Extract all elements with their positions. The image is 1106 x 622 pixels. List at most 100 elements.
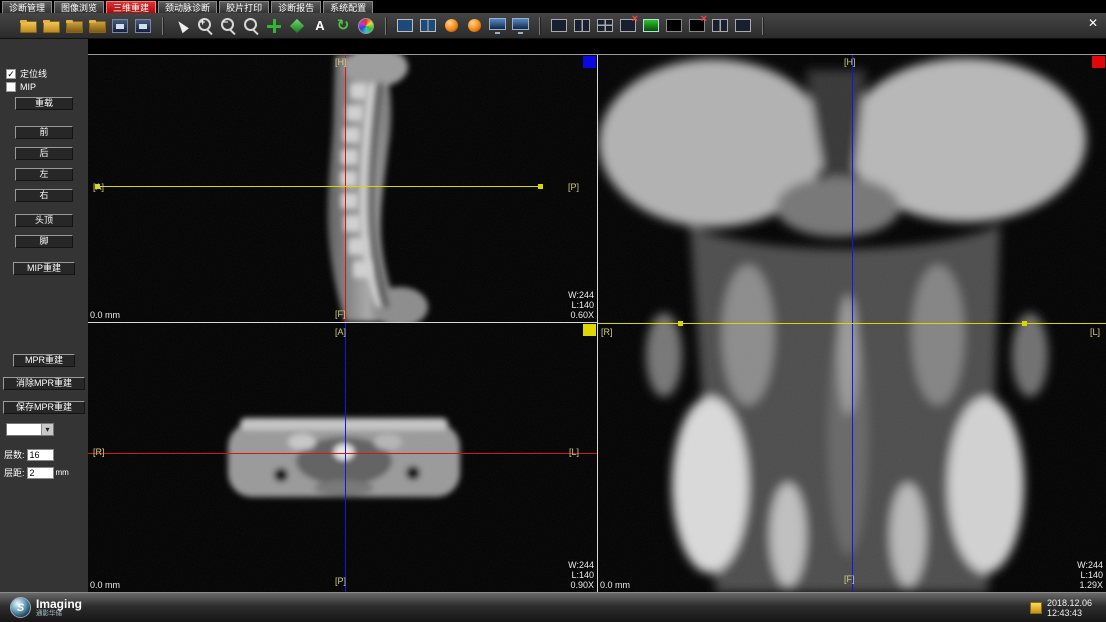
foot-button[interactable]: 脚 bbox=[15, 235, 73, 248]
clear-mpr-button[interactable]: 消除MPR重建 bbox=[3, 377, 85, 390]
close-window-button[interactable]: ✕ bbox=[1088, 16, 1098, 30]
orientation-label-right: [L] bbox=[569, 447, 579, 457]
front-button[interactable]: 前 bbox=[15, 126, 73, 139]
orientation-label-bottom: [F] bbox=[844, 574, 855, 584]
mip-checkbox-row: MIP bbox=[6, 82, 36, 92]
mip-render-icon[interactable] bbox=[464, 16, 484, 36]
viewport-coronal[interactable]: [H] [R] [L] [F] 0.0 mm W:244 L:140 1.29X bbox=[598, 55, 1106, 592]
crosshair-horizontal-yellow[interactable] bbox=[598, 323, 1106, 324]
right-button[interactable]: 右 bbox=[15, 189, 73, 202]
mip-rebuild-button[interactable]: MIP重建 bbox=[13, 262, 75, 275]
localizer-line-label: 定位线 bbox=[20, 67, 47, 80]
crosshair-horizontal-red[interactable] bbox=[88, 453, 597, 454]
toolbar: + − bbox=[0, 13, 1106, 39]
dual-monitor-icon[interactable] bbox=[510, 16, 530, 36]
text-annotation-icon[interactable] bbox=[310, 16, 330, 36]
tab-system-config[interactable]: 系统配置 bbox=[323, 1, 373, 13]
window-value: W:244 bbox=[1077, 560, 1103, 570]
toolbar-separator bbox=[762, 17, 763, 35]
level-value: L:140 bbox=[1077, 570, 1103, 580]
layout-1x1-icon[interactable] bbox=[549, 16, 569, 36]
tab-image-browse[interactable]: 图像浏览 bbox=[54, 1, 104, 13]
mpr-layout-icon[interactable] bbox=[395, 16, 415, 36]
brand-block: S Imaging 通影华储 bbox=[10, 597, 82, 618]
orientation-label-top: [H] bbox=[335, 57, 347, 67]
pan-icon[interactable] bbox=[264, 16, 284, 36]
status-date: 2018.12.06 bbox=[1047, 598, 1092, 608]
orientation-label-top: [H] bbox=[844, 57, 856, 67]
tab-3d-reconstruction[interactable]: 三维重建 bbox=[106, 1, 156, 13]
window-value: W:244 bbox=[568, 560, 594, 570]
reload-button[interactable]: 重载 bbox=[15, 97, 73, 110]
screen-off-icon[interactable] bbox=[664, 16, 684, 36]
viewport-sagittal[interactable]: [H] [A] [P] [F] 0.0 mm W:244 L:140 0.60X bbox=[88, 55, 597, 322]
orientation-label-bottom: [P] bbox=[335, 576, 346, 586]
localizer-line-checkbox[interactable]: ✓ bbox=[6, 69, 16, 79]
save-mpr-button[interactable]: 保存MPR重建 bbox=[3, 401, 85, 414]
viewport-marker-yellow bbox=[583, 324, 596, 336]
window-value: W:244 bbox=[568, 290, 594, 300]
import-study-icon[interactable] bbox=[87, 16, 107, 36]
open-folder-icon[interactable] bbox=[41, 16, 61, 36]
zoom-value: 1.29X bbox=[1077, 580, 1103, 590]
ortho-layout-icon[interactable] bbox=[418, 16, 438, 36]
back-button[interactable]: 后 bbox=[15, 147, 73, 160]
viewport-axial[interactable]: [A] [R] [L] [P] 0.0 mm W:244 L:140 0.90X bbox=[88, 323, 597, 592]
close-all-icon[interactable] bbox=[687, 16, 707, 36]
export-film-icon[interactable] bbox=[110, 16, 130, 36]
slice-count-row: 层数: bbox=[4, 448, 56, 461]
zoom-out-icon[interactable]: − bbox=[218, 16, 238, 36]
vr-render-icon[interactable] bbox=[441, 16, 461, 36]
orientation-label-right: [P] bbox=[568, 182, 579, 192]
tab-diagnosis-report[interactable]: 诊断报告 bbox=[271, 1, 321, 13]
status-bar: S Imaging 通影华储 2018.12.06 12:43:43 bbox=[0, 592, 1106, 622]
brand-logo: S bbox=[10, 597, 31, 618]
head-button[interactable]: 头顶 bbox=[15, 214, 73, 227]
single-monitor-icon[interactable] bbox=[487, 16, 507, 36]
tab-film-print[interactable]: 胶片打印 bbox=[219, 1, 269, 13]
crosshair-vertical-blue[interactable] bbox=[345, 323, 346, 592]
level-value: L:140 bbox=[568, 570, 594, 580]
close-series-icon[interactable] bbox=[618, 16, 638, 36]
screen-on-icon[interactable] bbox=[641, 16, 661, 36]
calendar-icon bbox=[1030, 602, 1042, 614]
slice-spacing-unit: mm bbox=[56, 468, 69, 477]
status-time: 12:43:43 bbox=[1047, 608, 1092, 618]
slice-count-input[interactable] bbox=[27, 449, 54, 461]
refresh-icon[interactable] bbox=[333, 16, 353, 36]
orientation-label-bottom: [F] bbox=[335, 309, 346, 319]
toolbar-separator bbox=[385, 17, 386, 35]
crosshair-handle[interactable] bbox=[678, 321, 683, 326]
mpr-rebuild-button[interactable]: MPR重建 bbox=[13, 354, 75, 367]
crosshair-vertical-red[interactable] bbox=[345, 55, 346, 322]
orientation-label-right: [L] bbox=[1090, 327, 1100, 337]
orientation-label-left: [A] bbox=[93, 182, 104, 192]
crosshair-handle[interactable] bbox=[538, 184, 543, 189]
window-level-readout: W:244 L:140 0.90X bbox=[568, 560, 594, 590]
cursor-icon[interactable] bbox=[172, 16, 192, 36]
axial-image bbox=[88, 323, 597, 592]
orientation-label-top: [A] bbox=[335, 327, 346, 337]
left-button[interactable]: 左 bbox=[15, 168, 73, 181]
menu-bar: 诊断管理 图像浏览 三维重建 颈动脉诊断 胶片打印 诊断报告 系统配置 bbox=[0, 0, 1106, 13]
tab-diagnosis-management[interactable]: 诊断管理 bbox=[2, 1, 52, 13]
save-study-icon[interactable] bbox=[64, 16, 84, 36]
zoom-in-icon[interactable]: + bbox=[195, 16, 215, 36]
viewport-marker-red bbox=[1092, 56, 1105, 68]
mip-checkbox[interactable] bbox=[6, 82, 16, 92]
layout-2x2-icon[interactable] bbox=[595, 16, 615, 36]
viewport-vertical-divider bbox=[597, 55, 598, 592]
mpr-series-select[interactable] bbox=[6, 423, 54, 436]
layout-1x2-icon[interactable] bbox=[572, 16, 592, 36]
print-film-icon[interactable] bbox=[133, 16, 153, 36]
color-wheel-icon[interactable] bbox=[356, 16, 376, 36]
crosshair-horizontal-yellow[interactable] bbox=[97, 186, 541, 187]
rotate-views-icon[interactable] bbox=[287, 16, 307, 36]
open-image-icon[interactable] bbox=[18, 16, 38, 36]
slice-spacing-input[interactable] bbox=[27, 467, 54, 479]
monitor-split-icon[interactable] bbox=[710, 16, 730, 36]
tab-carotid-diagnosis[interactable]: 颈动脉诊断 bbox=[158, 1, 217, 13]
monitor-full-icon[interactable] bbox=[733, 16, 753, 36]
zoom-region-icon[interactable] bbox=[241, 16, 261, 36]
crosshair-handle[interactable] bbox=[1022, 321, 1027, 326]
